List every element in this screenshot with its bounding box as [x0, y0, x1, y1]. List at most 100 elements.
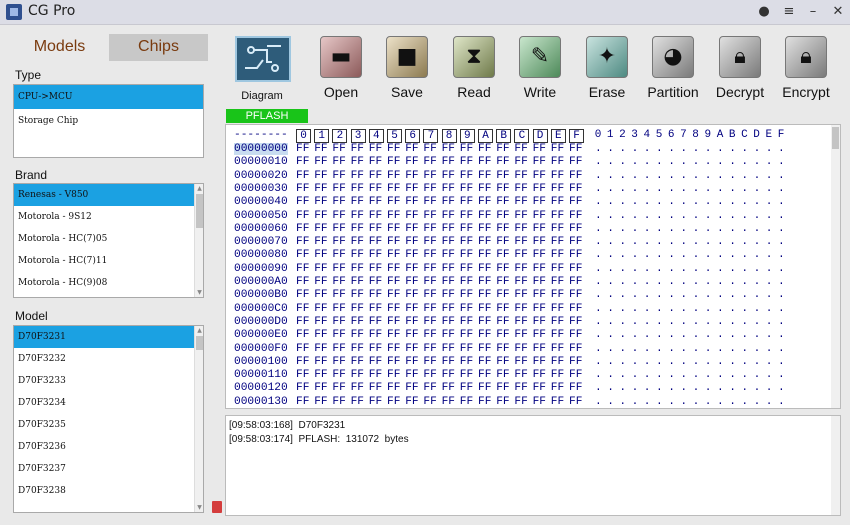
hex-byte[interactable]: FF: [442, 156, 455, 168]
menu-icon[interactable]: ≡: [780, 3, 798, 21]
hex-byte[interactable]: FF: [405, 210, 418, 222]
hex-row[interactable]: 000000D0 FF. FF. FF. FF. FF. FF. FF. FF. FF. FF. FF…: [226, 316, 831, 329]
hex-byte[interactable]: FF: [314, 236, 327, 248]
hex-byte[interactable]: FF: [551, 170, 564, 182]
hex-row[interactable]: 00000070 FF. FF. FF. FF. FF. FF. FF. FF. FF. FF. FF…: [226, 236, 831, 249]
hex-byte[interactable]: FF: [442, 223, 455, 235]
hex-byte[interactable]: FF: [569, 196, 582, 208]
hex-byte[interactable]: FF: [442, 356, 455, 368]
hex-byte[interactable]: FF: [387, 382, 400, 394]
hex-byte[interactable]: FF: [423, 196, 436, 208]
hex-byte[interactable]: FF: [423, 210, 436, 222]
tab-chips[interactable]: Chips: [109, 34, 208, 61]
account-icon[interactable]: ●: [755, 3, 773, 21]
hex-byte[interactable]: FF: [387, 210, 400, 222]
hex-byte[interactable]: FF: [460, 396, 473, 408]
hex-byte[interactable]: FF: [369, 196, 382, 208]
hex-byte[interactable]: FF: [296, 369, 309, 381]
hex-byte[interactable]: FF: [314, 170, 327, 182]
hex-byte[interactable]: FF: [496, 276, 509, 288]
hex-byte[interactable]: FF: [442, 396, 455, 408]
partition-button[interactable]: ◕ Partition: [640, 36, 706, 102]
hex-byte[interactable]: FF: [351, 249, 364, 261]
hex-byte[interactable]: FF: [551, 223, 564, 235]
hex-byte[interactable]: FF: [369, 276, 382, 288]
hex-byte[interactable]: FF: [332, 196, 345, 208]
hex-byte[interactable]: FF: [369, 170, 382, 182]
hex-byte[interactable]: FF: [296, 210, 309, 222]
hex-row[interactable]: 00000000 FF. FF. FF. FF. FF. FF. FF. FF. FF. FF. FF…: [226, 143, 831, 156]
list-item[interactable]: D70F3235: [14, 414, 203, 436]
hex-byte[interactable]: FF: [296, 356, 309, 368]
hex-byte[interactable]: FF: [405, 249, 418, 261]
hex-byte[interactable]: FF: [514, 396, 527, 408]
hex-row[interactable]: 00000030 FF. FF. FF. FF. FF. FF. FF. FF. FF. FF. FF…: [226, 183, 831, 196]
tab-models[interactable]: Models: [10, 34, 109, 61]
hex-byte[interactable]: FF: [460, 170, 473, 182]
hex-byte[interactable]: FF: [478, 396, 491, 408]
hex-byte[interactable]: FF: [514, 369, 527, 381]
hex-byte[interactable]: FF: [296, 156, 309, 168]
hex-byte[interactable]: FF: [460, 263, 473, 275]
hex-byte[interactable]: FF: [514, 156, 527, 168]
hex-byte[interactable]: FF: [314, 369, 327, 381]
hex-row[interactable]: 00000120 FF. FF. FF. FF. FF. FF. FF. FF. FF. FF. FF…: [226, 382, 831, 395]
hex-byte[interactable]: FF: [423, 143, 436, 155]
hex-byte[interactable]: FF: [533, 263, 546, 275]
hex-byte[interactable]: FF: [423, 223, 436, 235]
hex-byte[interactable]: FF: [478, 369, 491, 381]
hex-byte[interactable]: FF: [314, 143, 327, 155]
hex-byte[interactable]: FF: [551, 382, 564, 394]
hex-byte[interactable]: FF: [460, 276, 473, 288]
hex-byte[interactable]: FF: [332, 382, 345, 394]
hex-byte[interactable]: FF: [423, 343, 436, 355]
hex-byte[interactable]: FF: [569, 289, 582, 301]
hex-byte[interactable]: FF: [569, 316, 582, 328]
hex-byte[interactable]: FF: [296, 329, 309, 341]
hex-byte[interactable]: FF: [369, 249, 382, 261]
scroll-thumb[interactable]: [832, 127, 839, 149]
hex-byte[interactable]: FF: [460, 143, 473, 155]
hex-byte[interactable]: FF: [569, 396, 582, 408]
hex-byte[interactable]: FF: [460, 382, 473, 394]
hex-byte[interactable]: FF: [478, 249, 491, 261]
scroll-up-icon[interactable]: ▲: [195, 326, 203, 335]
hex-byte[interactable]: FF: [442, 329, 455, 341]
hex-byte[interactable]: FF: [478, 143, 491, 155]
hex-byte[interactable]: FF: [351, 343, 364, 355]
hex-byte[interactable]: FF: [314, 196, 327, 208]
hex-byte[interactable]: FF: [332, 396, 345, 408]
hex-byte[interactable]: FF: [551, 303, 564, 315]
hex-byte[interactable]: FF: [332, 316, 345, 328]
hex-byte[interactable]: FF: [478, 276, 491, 288]
hex-byte[interactable]: FF: [533, 329, 546, 341]
hex-byte[interactable]: FF: [496, 143, 509, 155]
hex-byte[interactable]: FF: [351, 263, 364, 275]
hex-byte[interactable]: FF: [369, 303, 382, 315]
hex-row[interactable]: 00000100 FF. FF. FF. FF. FF. FF. FF. FF. FF. FF. FF…: [226, 356, 831, 369]
hex-byte[interactable]: FF: [496, 343, 509, 355]
hex-byte[interactable]: FF: [569, 263, 582, 275]
list-item[interactable]: Motorola - 9S12: [14, 206, 203, 228]
hex-byte[interactable]: FF: [296, 223, 309, 235]
hex-byte[interactable]: FF: [296, 183, 309, 195]
hex-byte[interactable]: FF: [496, 316, 509, 328]
hex-byte[interactable]: FF: [423, 276, 436, 288]
hex-byte[interactable]: FF: [533, 303, 546, 315]
hex-byte[interactable]: FF: [369, 210, 382, 222]
hex-row[interactable]: 00000040 FF. FF. FF. FF. FF. FF. FF. FF. FF. FF. FF…: [226, 196, 831, 209]
hex-row[interactable]: 00000050 FF. FF. FF. FF. FF. FF. FF. FF. FF. FF. FF…: [226, 210, 831, 223]
hex-byte[interactable]: FF: [460, 369, 473, 381]
hex-byte[interactable]: FF: [478, 382, 491, 394]
hex-byte[interactable]: FF: [296, 303, 309, 315]
hex-byte[interactable]: FF: [496, 170, 509, 182]
hex-byte[interactable]: FF: [533, 369, 546, 381]
hex-byte[interactable]: FF: [533, 236, 546, 248]
hex-byte[interactable]: FF: [423, 329, 436, 341]
hex-byte[interactable]: FF: [405, 316, 418, 328]
hex-byte[interactable]: FF: [296, 396, 309, 408]
hex-byte[interactable]: FF: [569, 236, 582, 248]
hex-byte[interactable]: FF: [332, 303, 345, 315]
hex-byte[interactable]: FF: [332, 236, 345, 248]
hex-byte[interactable]: FF: [478, 303, 491, 315]
